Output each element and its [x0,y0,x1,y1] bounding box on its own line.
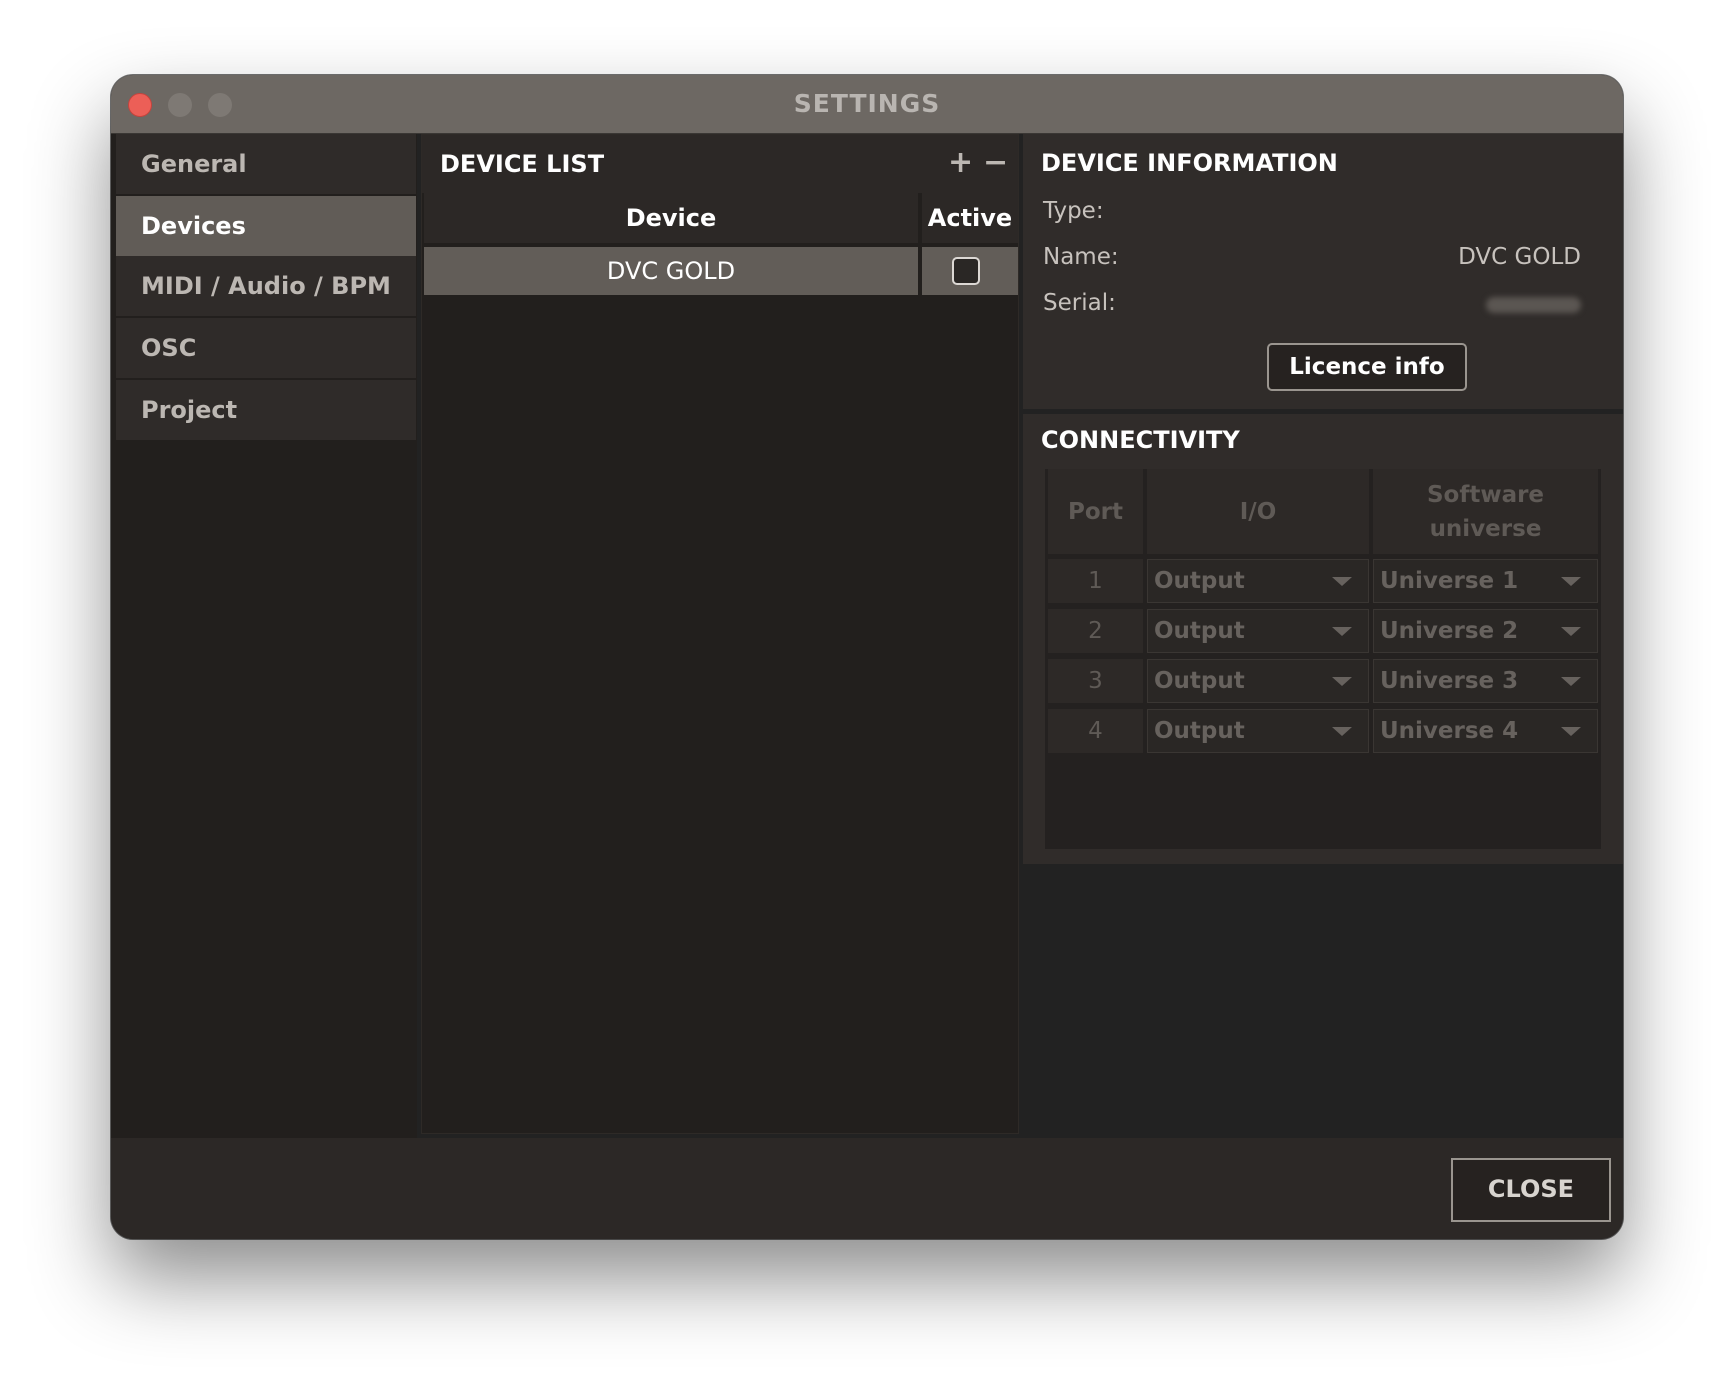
universe-select[interactable]: Universe 4 [1373,709,1598,753]
chevron-down-icon [1561,727,1581,736]
io-select[interactable]: Output [1147,709,1369,753]
universe-select[interactable]: Universe 2 [1373,609,1598,653]
chevron-down-icon [1332,727,1352,736]
device-row-active-cell [922,247,1018,295]
universe-select-value: Universe 4 [1380,718,1519,744]
software-universe-line1: Software [1426,481,1545,508]
active-checkbox[interactable] [952,257,980,285]
remove-device-button[interactable]: − [983,145,1008,180]
io-select[interactable]: Output [1147,659,1369,703]
universe-select[interactable]: Universe 1 [1373,559,1598,603]
sidebar-item-project[interactable]: Project [116,380,416,440]
io-select-value: Output [1154,668,1245,694]
serial-value-redacted [1486,297,1581,313]
footer-bar: CLOSE [111,1138,1623,1239]
device-list-header: DEVICE LIST + − [422,135,1018,193]
chevron-down-icon [1561,627,1581,636]
chevron-down-icon [1561,677,1581,686]
sidebar-item-devices[interactable]: Devices [116,196,416,256]
sidebar-item-osc[interactable]: OSC [116,318,416,378]
universe-select-value: Universe 3 [1380,668,1519,694]
chevron-down-icon [1332,577,1352,586]
chevron-down-icon [1332,627,1352,636]
device-information-title: DEVICE INFORMATION [1041,149,1338,177]
universe-select[interactable]: Universe 3 [1373,659,1598,703]
connectivity-panel: CONNECTIVITY Port I/O Software universe … [1023,414,1623,864]
licence-info-button[interactable]: Licence info [1267,343,1467,391]
add-device-button[interactable]: + [948,145,973,180]
device-list-title: DEVICE LIST [440,150,605,178]
sidebar-item-general[interactable]: General [116,134,416,194]
universe-select-value: Universe 1 [1380,568,1519,594]
title-bar[interactable]: SETTINGS [111,75,1623,134]
port-cell: 1 [1048,559,1143,603]
io-select-value: Output [1154,568,1245,594]
name-label: Name: [1043,244,1119,270]
chevron-down-icon [1561,577,1581,586]
sidebar: General Devices MIDI / Audio / BPM OSC P… [111,134,417,1214]
device-row-name[interactable]: DVC GOLD [424,247,918,295]
column-header-port: Port [1048,469,1143,554]
column-header-io: I/O [1147,469,1369,554]
close-button[interactable]: CLOSE [1451,1158,1611,1222]
name-value: DVC GOLD [1458,244,1581,270]
column-header-device[interactable]: Device [424,193,918,243]
io-select[interactable]: Output [1147,609,1369,653]
type-label: Type: [1043,198,1104,224]
io-select[interactable]: Output [1147,559,1369,603]
port-cell: 2 [1048,609,1143,653]
io-select-value: Output [1154,618,1245,644]
io-select-value: Output [1154,718,1245,744]
serial-label: Serial: [1043,290,1116,316]
column-header-software-universe: Software universe [1373,469,1598,554]
settings-window: SETTINGS General Devices MIDI / Audio / … [111,75,1623,1239]
connectivity-table: Port I/O Software universe 1 Output Univ… [1045,469,1601,849]
software-universe-line2: universe [1429,515,1542,542]
port-cell: 4 [1048,709,1143,753]
sidebar-item-midi-audio-bpm[interactable]: MIDI / Audio / BPM [116,256,416,316]
device-list-panel: DEVICE LIST + − Device Active DVC GOLD [421,134,1019,1134]
chevron-down-icon [1332,677,1352,686]
connectivity-title: CONNECTIVITY [1041,426,1240,454]
port-cell: 3 [1048,659,1143,703]
window-title: SETTINGS [793,89,941,118]
column-header-active[interactable]: Active [922,193,1018,243]
universe-select-value: Universe 2 [1380,618,1519,644]
